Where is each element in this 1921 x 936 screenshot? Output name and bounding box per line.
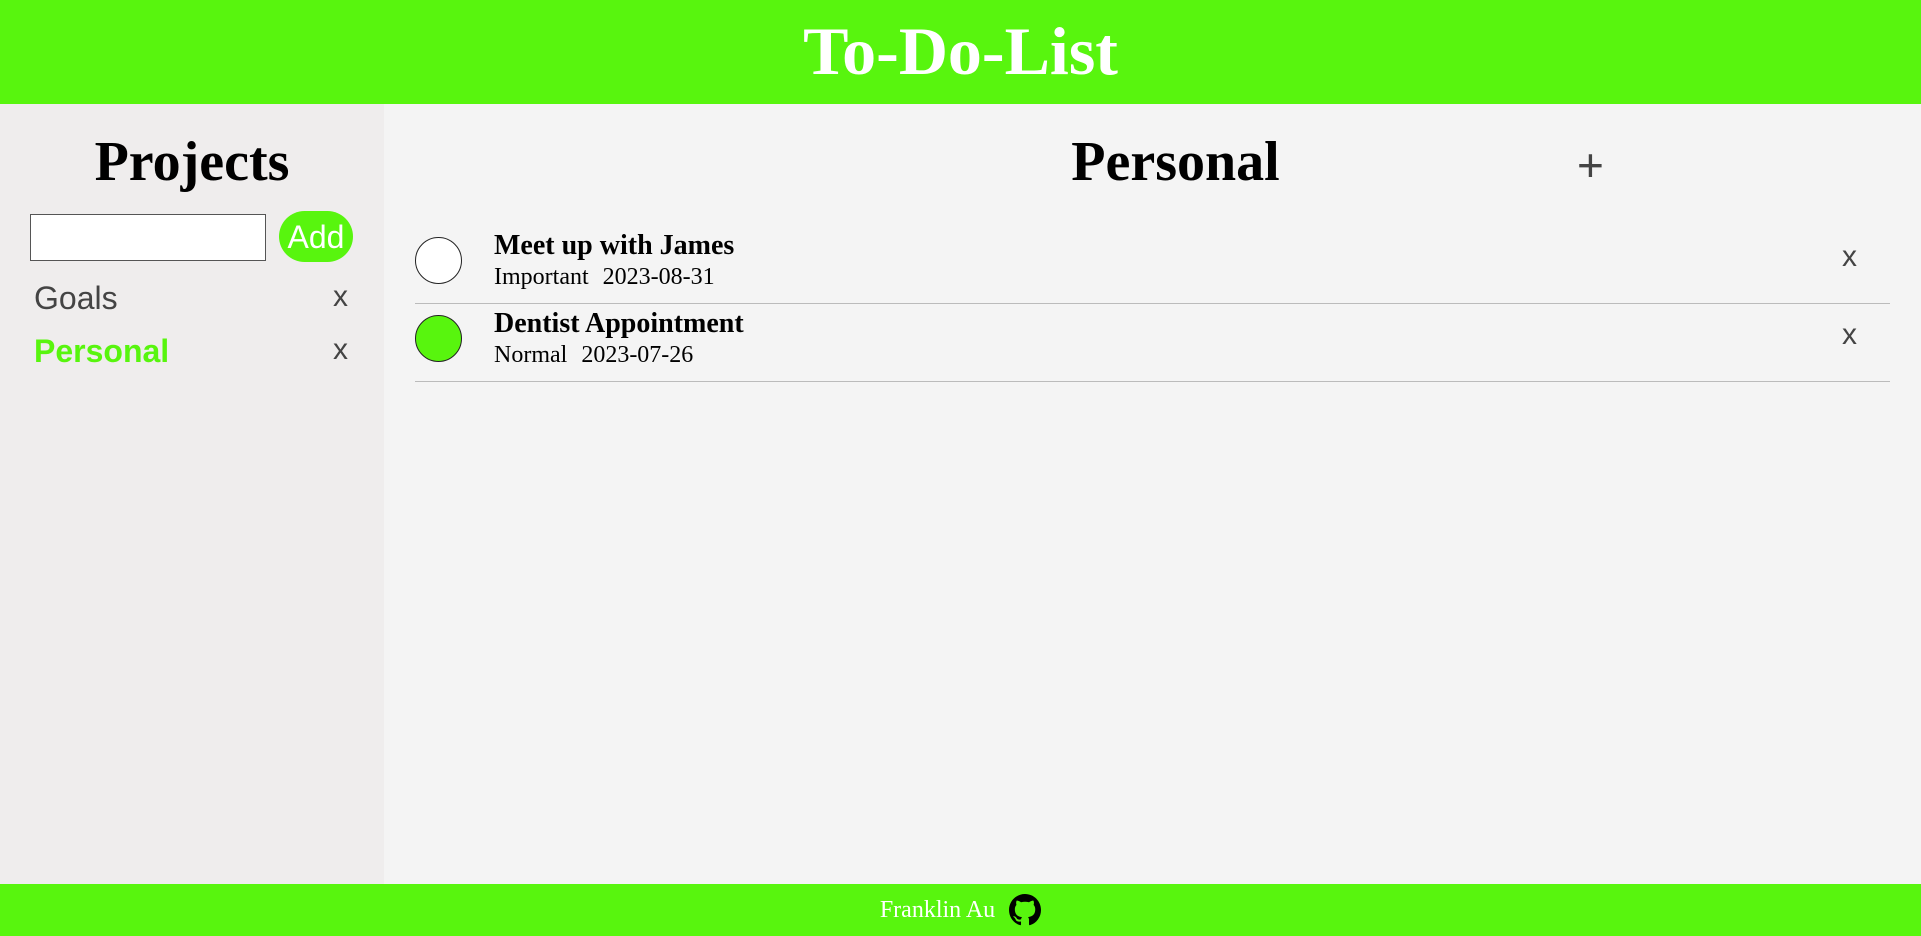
projects-title: Projects <box>94 131 290 193</box>
project-name-input[interactable] <box>30 214 266 261</box>
github-icon[interactable] <box>1009 894 1042 926</box>
main-panel: Personal + Meet up with James Important 2… <box>384 104 1921 884</box>
add-task-button[interactable]: + <box>1577 142 1604 188</box>
delete-project-button[interactable]: x <box>333 280 348 314</box>
footer: Franklin Au <box>0 884 1921 936</box>
delete-task-button[interactable]: x <box>1842 318 1857 352</box>
task-date: 2023-08-31 <box>602 264 715 290</box>
author-name: Franklin Au <box>879 896 996 923</box>
task-list: Meet up with James Important 2023-08-31 x… <box>415 226 1890 382</box>
project-name[interactable]: Goals <box>34 280 118 317</box>
task-complete-toggle[interactable] <box>415 315 462 362</box>
project-item-goals[interactable]: Goals x <box>0 276 384 329</box>
project-item-personal[interactable]: Personal x <box>0 329 384 382</box>
project-name[interactable]: Personal <box>34 333 169 370</box>
project-list: Goals x Personal x <box>0 276 384 382</box>
task-title: Meet up with James <box>494 230 735 261</box>
delete-project-button[interactable]: x <box>333 333 348 367</box>
task-priority: Important <box>494 264 589 290</box>
task-row: Meet up with James Important 2023-08-31 x <box>415 226 1890 304</box>
task-complete-toggle[interactable] <box>415 237 462 284</box>
project-title: Personal <box>1071 131 1280 193</box>
task-meta: Normal 2023-07-26 <box>494 342 693 369</box>
task-title: Dentist Appointment <box>494 308 744 339</box>
task-priority: Normal <box>494 342 568 368</box>
task-date: 2023-07-26 <box>581 342 694 368</box>
header: To-Do-List <box>0 0 1921 104</box>
add-project-button[interactable]: Add <box>279 211 353 262</box>
task-meta: Important 2023-08-31 <box>494 264 715 291</box>
sidebar: Projects Add Goals x Personal x <box>0 104 384 884</box>
delete-task-button[interactable]: x <box>1842 240 1857 274</box>
app-title: To-Do-List <box>803 13 1118 89</box>
task-row: Dentist Appointment Normal 2023-07-26 x <box>415 304 1890 382</box>
